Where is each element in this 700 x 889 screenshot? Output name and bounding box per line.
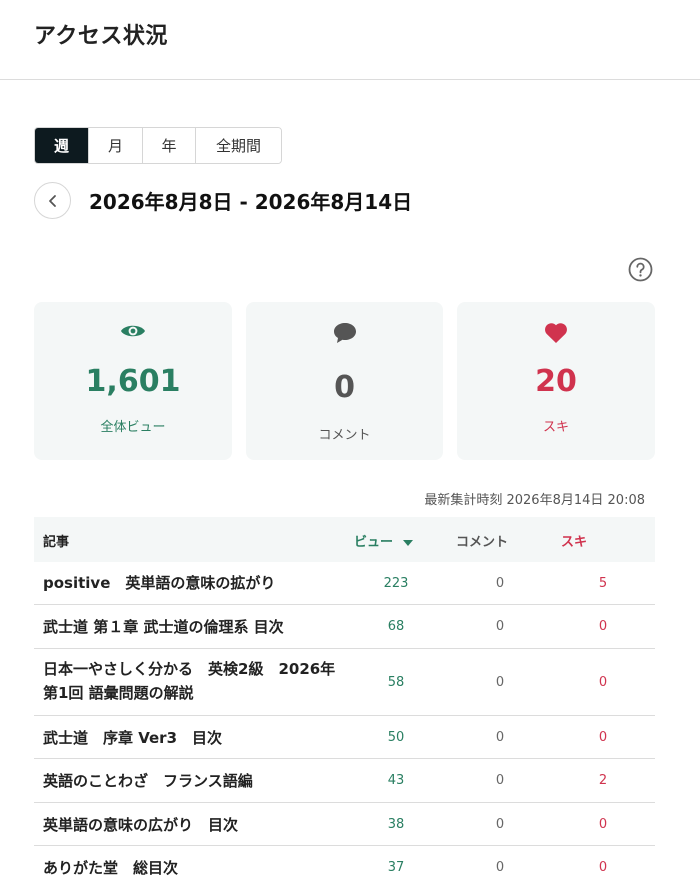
period-tabs: 週 月 年 全期間 — [34, 127, 282, 164]
article-views: 38 — [387, 817, 405, 832]
article-comments: 0 — [495, 860, 505, 875]
articles-table: 記事 ビュー コメント スキ positive 英単語の意味の拡がり 223 0… — [34, 517, 655, 888]
article-views: 37 — [387, 860, 405, 875]
column-header-comments[interactable]: コメント — [456, 531, 508, 550]
chevron-left-icon — [48, 194, 56, 207]
article-comments: 0 — [495, 730, 505, 745]
last-updated: 最新集計時刻 2026年8月14日 20:08 — [424, 493, 645, 508]
article-comments: 0 — [495, 817, 505, 832]
column-header-views[interactable]: ビュー — [354, 531, 414, 550]
article-title[interactable]: 日本一やさしく分かる 英検2級 2026年 第1回 語彙問題の解説 — [43, 657, 343, 705]
heart-icon — [544, 322, 568, 348]
article-likes: 0 — [598, 675, 608, 690]
article-comments: 0 — [495, 576, 505, 591]
column-header-views-label: ビュー — [354, 535, 394, 550]
comments-label: コメント — [318, 428, 371, 443]
article-title[interactable]: 英単語の意味の広がり 目次 — [43, 813, 343, 837]
article-views: 58 — [387, 675, 405, 690]
tab-week[interactable]: 週 — [35, 128, 89, 163]
comments-card: 0 コメント — [246, 302, 443, 460]
article-likes: 5 — [598, 576, 608, 591]
comments-total: 0 — [334, 370, 355, 405]
tab-month[interactable]: 月 — [89, 128, 143, 163]
table-row: 英語のことわざ フランス語編 43 0 2 — [34, 759, 655, 803]
article-views: 223 — [383, 576, 409, 591]
likes-label: スキ — [542, 420, 569, 435]
likes-total: 20 — [535, 364, 577, 399]
date-range: 2026年8月8日 - 2026年8月14日 — [89, 190, 413, 214]
article-likes: 0 — [598, 619, 608, 634]
sort-down-icon — [403, 539, 414, 546]
table-row: 日本一やさしく分かる 英検2級 2026年 第1回 語彙問題の解説 58 0 0 — [34, 649, 655, 716]
table-row: ありがた堂 総目次 37 0 0 — [34, 846, 655, 888]
table-row: 英単語の意味の広がり 目次 38 0 0 — [34, 803, 655, 846]
eye-icon — [120, 322, 146, 344]
help-icon[interactable] — [628, 257, 653, 282]
article-likes: 0 — [598, 860, 608, 875]
article-comments: 0 — [495, 675, 505, 690]
article-views: 68 — [387, 619, 405, 634]
article-comments: 0 — [495, 619, 505, 634]
article-views: 43 — [387, 773, 405, 788]
article-likes: 0 — [598, 730, 608, 745]
page-header: アクセス状況 — [0, 0, 700, 80]
column-header-title: 記事 — [43, 535, 70, 550]
table-row: positive 英単語の意味の拡がり 223 0 5 — [34, 562, 655, 605]
column-header-likes[interactable]: スキ — [561, 531, 587, 550]
views-total: 1,601 — [85, 364, 181, 399]
table-row: 武士道 序章 Ver3 目次 50 0 0 — [34, 716, 655, 759]
page-title: アクセス状況 — [34, 24, 168, 49]
prev-period-button[interactable] — [34, 182, 71, 219]
article-title[interactable]: ありがた堂 総目次 — [43, 856, 343, 880]
views-label: 全体ビュー — [100, 420, 166, 435]
likes-card: 20 スキ — [457, 302, 655, 460]
article-title[interactable]: 武士道 序章 Ver3 目次 — [43, 726, 343, 750]
tab-all-time[interactable]: 全期間 — [196, 128, 281, 163]
article-views: 50 — [387, 730, 405, 745]
article-title[interactable]: positive 英単語の意味の拡がり — [43, 571, 343, 595]
article-title[interactable]: 武士道 第１章 武士道の倫理系 目次 — [43, 615, 343, 639]
article-title[interactable]: 英語のことわざ フランス語編 — [43, 769, 343, 793]
views-card: 1,601 全体ビュー — [34, 302, 232, 460]
tab-year[interactable]: 年 — [143, 128, 196, 163]
comment-icon — [333, 322, 357, 348]
table-row: 武士道 第１章 武士道の倫理系 目次 68 0 0 — [34, 605, 655, 649]
article-likes: 2 — [598, 773, 608, 788]
article-likes: 0 — [598, 817, 608, 832]
table-header: 記事 ビュー コメント スキ — [34, 517, 655, 562]
article-comments: 0 — [495, 773, 505, 788]
